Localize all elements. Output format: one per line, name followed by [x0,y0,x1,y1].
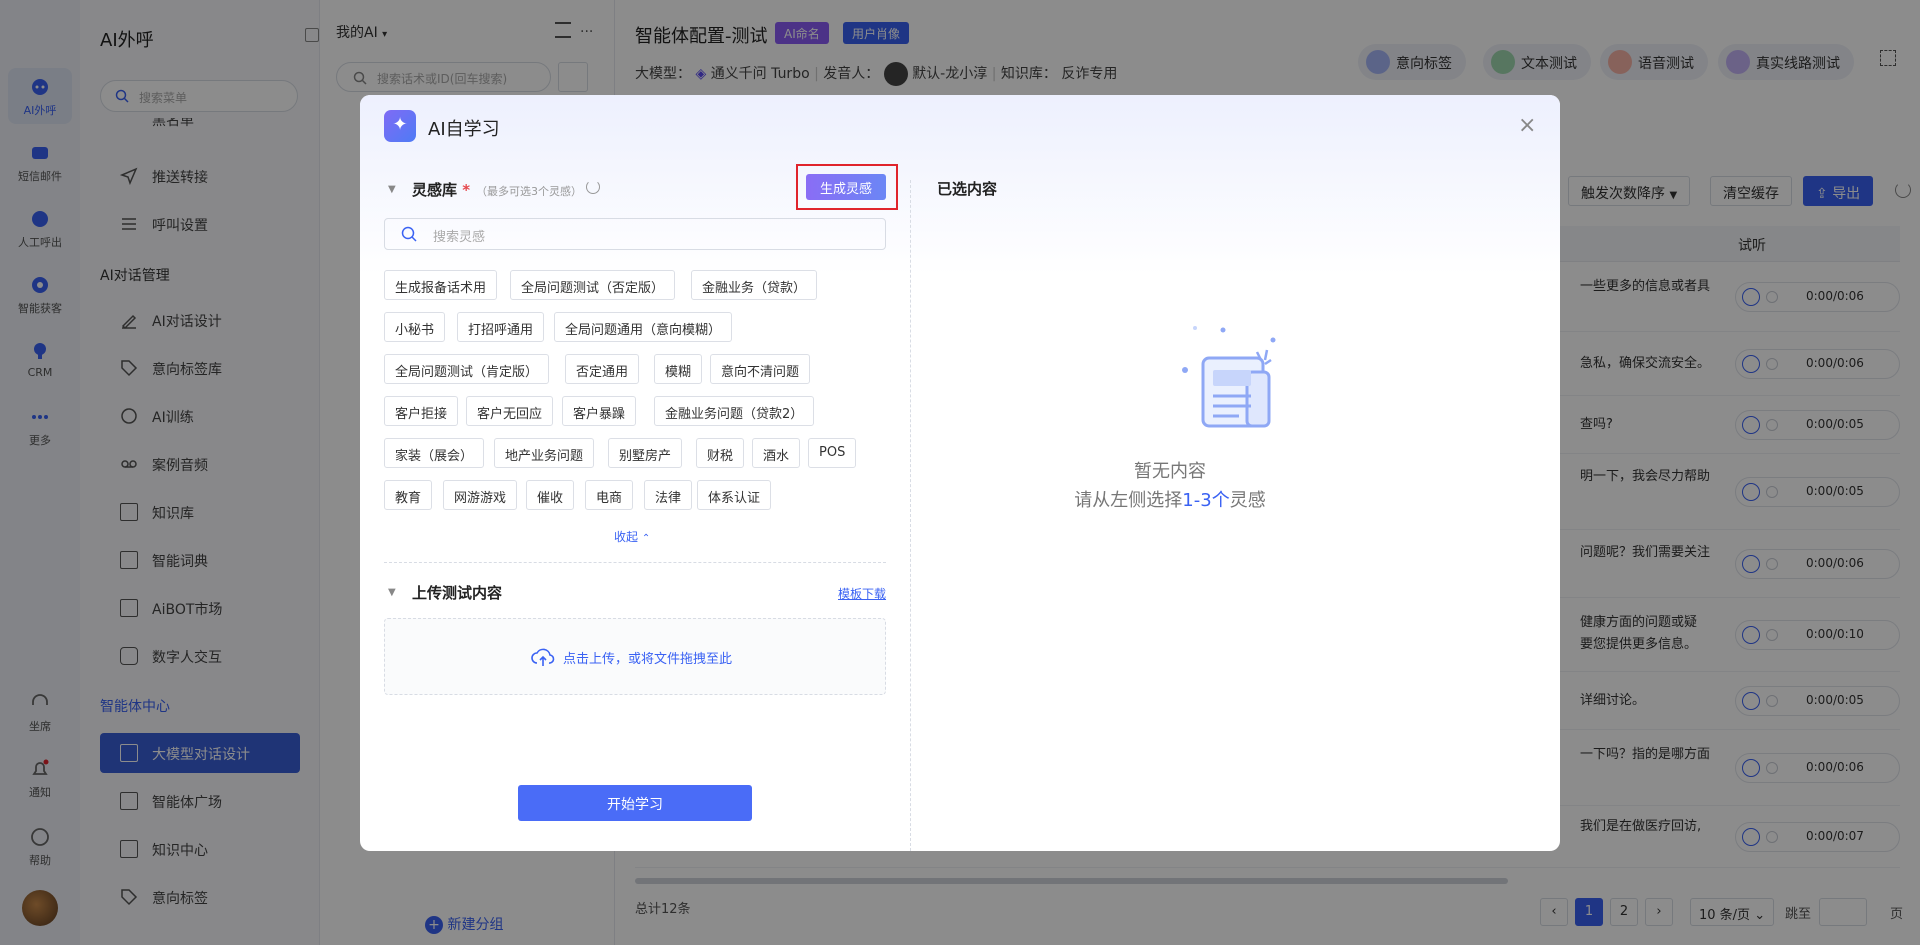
inspiration-chip[interactable]: 客户拒接 [384,396,459,426]
empty-state-text: 暂无内容 [1134,461,1206,482]
inspiration-chip[interactable]: 全局问题通用（意向模糊） [554,312,733,342]
caret-down-icon[interactable]: ▼ [388,587,396,598]
inspiration-chip[interactable]: 体系认证 [697,480,772,510]
inspiration-chip[interactable]: 全局问题测试（否定版） [510,270,676,300]
chevron-up-icon: ⌃ [641,533,651,544]
start-learning-button[interactable]: 开始学习 [518,785,752,821]
inspiration-chip[interactable]: 家装（展会） [384,438,485,468]
inspiration-chip[interactable]: 金融业务问题（贷款2） [654,396,815,426]
collapse-button[interactable]: 收起 ⌃ [614,528,650,545]
refresh-icon[interactable] [586,180,600,194]
section-divider [384,562,886,563]
inspiration-chip[interactable]: 金融业务（贷款） [691,270,818,300]
inspiration-chip[interactable]: 教育 [384,480,433,510]
caret-down-icon[interactable]: ▼ [388,184,396,195]
inspiration-chip[interactable]: 法律 [644,480,693,510]
close-icon[interactable]: × [1518,113,1536,138]
inspiration-chip[interactable]: POS [808,438,857,468]
inspiration-chip[interactable]: 电商 [585,480,634,510]
generate-inspiration-button[interactable]: 生成灵感 [806,174,886,200]
inspiration-chip[interactable]: 客户无回应 [466,396,554,426]
ai-self-learning-modal: ✦ AI自学习 × ▼ 灵感库 * （最多可选3个灵感） 生成灵感 搜索灵感 生… [360,95,1560,851]
inspiration-chip[interactable]: 生成报备话术用 [384,270,498,300]
inspiration-section-title: 灵感库 * [412,181,471,199]
inspiration-search-input[interactable]: 搜索灵感 [384,218,886,250]
inspiration-chip[interactable]: 地产业务问题 [494,438,595,468]
inspiration-chip[interactable]: 客户暴躁 [562,396,637,426]
search-icon [401,226,417,242]
upload-dropzone[interactable]: 点击上传，或将文件拖拽至此 [384,618,886,695]
empty-document-icon [1182,326,1276,428]
inspiration-chip[interactable]: 别墅房产 [608,438,683,468]
inspiration-chip[interactable]: 否定通用 [565,354,640,384]
inspiration-chip[interactable]: 小秘书 [384,312,446,342]
inspiration-hint: （最多可选3个灵感） [476,185,582,198]
upload-section-title: 上传测试内容 [412,584,503,602]
inspiration-chip[interactable]: 打招呼通用 [457,312,545,342]
cloud-upload-icon [531,648,555,666]
inspiration-chip[interactable]: 全局问题测试（肯定版） [384,354,550,384]
inspiration-chip[interactable]: 意向不清问题 [710,354,811,384]
template-download-link[interactable]: 模板下载 [838,585,886,602]
inspiration-chip[interactable]: 财税 [696,438,745,468]
sparkle-icon: ✦ [384,110,416,142]
selected-content-title: 已选内容 [937,180,998,198]
inspiration-chip[interactable]: 模糊 [654,354,703,384]
inspiration-chip[interactable]: 网游游戏 [443,480,518,510]
empty-state-hint: 请从左侧选择1-3个灵感 [1074,490,1266,511]
column-divider [910,180,911,851]
inspiration-chip[interactable]: 酒水 [752,438,801,468]
modal-title: AI自学习 [428,119,500,140]
inspiration-chip[interactable]: 催收 [526,480,575,510]
